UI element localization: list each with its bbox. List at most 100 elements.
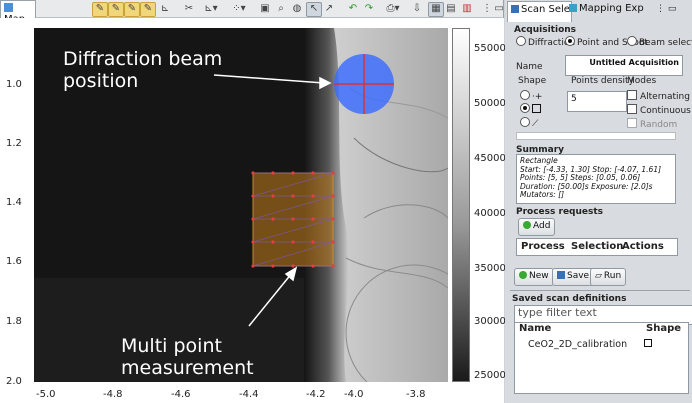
shape-point-radio[interactable]: ·+ bbox=[520, 90, 542, 102]
radio-icon bbox=[520, 103, 530, 113]
tab-mapping-experiment[interactable]: Mapping Exp bbox=[566, 1, 658, 21]
beam-annotation-line-2: position bbox=[63, 70, 139, 92]
pointer-icon[interactable]: ↖ bbox=[306, 2, 322, 17]
grid-icon[interactable]: ▤ bbox=[444, 2, 458, 15]
x-tick-label: -4.4 bbox=[239, 389, 259, 400]
colorbar-tick-label: 35000 bbox=[474, 263, 506, 274]
checkbox-icon bbox=[627, 104, 637, 114]
select-roi-icon[interactable]: ▣ bbox=[258, 2, 272, 15]
saved-scan-row-name[interactable]: CeO2_2D_calibration bbox=[528, 339, 627, 350]
mask-icon[interactable]: ◍ bbox=[290, 2, 304, 15]
name-input[interactable]: Untitled Acquisition bbox=[565, 55, 683, 76]
multi-annotation-line-2: measurement bbox=[121, 357, 254, 379]
save-button[interactable]: Save bbox=[552, 268, 595, 286]
random-checkbox[interactable]: Random bbox=[627, 118, 677, 130]
tab-map[interactable]: Map bbox=[0, 0, 36, 25]
y-tick-label: 2.0 bbox=[6, 376, 22, 387]
map-tab-icon bbox=[4, 3, 13, 12]
mapping-tab-icon bbox=[569, 4, 577, 12]
continuous-checkbox[interactable]: Continuous bbox=[627, 104, 691, 116]
pen-tool-4-button[interactable]: ✎ bbox=[140, 2, 156, 17]
y-tick-label: 1.8 bbox=[6, 316, 22, 327]
run-button[interactable]: ▱ Run bbox=[590, 268, 627, 286]
x-tick-label: -4.8 bbox=[103, 389, 123, 400]
modes-label: Modes bbox=[627, 76, 657, 86]
y-tick-label: 1.2 bbox=[6, 138, 22, 149]
tools-icon[interactable]: ✂ bbox=[182, 2, 196, 15]
add-process-button[interactable]: Add bbox=[518, 218, 556, 236]
y-tick-label: 1.6 bbox=[6, 256, 22, 267]
summary-line: Points: [5, 5] Steps: [0.05, 0.06] bbox=[520, 174, 641, 182]
axes-icon[interactable]: ⊾ bbox=[158, 2, 172, 15]
tab-scan-selection[interactable]: Scan Selecti bbox=[507, 1, 572, 22]
colorbar-icon[interactable]: ▥ bbox=[460, 2, 474, 15]
minimize-icon[interactable]: ▭ bbox=[492, 2, 506, 15]
new-button[interactable]: New bbox=[514, 268, 554, 286]
colorbar-tick-label: 30000 bbox=[474, 316, 506, 327]
divider bbox=[510, 290, 690, 291]
y-tick-label: 1.0 bbox=[6, 79, 22, 90]
pen-tool-1-button[interactable]: ✎ bbox=[92, 2, 108, 17]
alternating-checkbox[interactable]: Alternating bbox=[627, 90, 690, 102]
x-tick-label: -5.0 bbox=[36, 389, 56, 400]
process-requests-title: Process requests bbox=[516, 207, 604, 217]
colorbar-tick-label: 50000 bbox=[474, 98, 506, 109]
aspect-icon[interactable]: ▦ bbox=[428, 2, 444, 17]
undo-icon[interactable]: ↶ bbox=[346, 2, 360, 15]
x-tick-label: -3.8 bbox=[406, 389, 426, 400]
radio-icon bbox=[516, 36, 526, 46]
progress-strip bbox=[516, 132, 676, 140]
zoom-icon[interactable]: ⌕ bbox=[274, 2, 288, 15]
points-density-input[interactable]: 5 bbox=[567, 91, 627, 112]
print-icon[interactable]: ⎙▾ bbox=[382, 2, 404, 15]
summary-box: Rectangle Start: [-4.33, 1.30] Stop: [-4… bbox=[516, 154, 676, 204]
pen-tool-3-button[interactable]: ✎ bbox=[124, 2, 140, 17]
radio-beam-selector[interactable]: Beam selector bbox=[627, 36, 692, 48]
colorbar-tick-label: 45000 bbox=[474, 153, 506, 164]
column-header-shape[interactable]: Shape bbox=[646, 323, 681, 334]
column-header-actions[interactable]: Actions bbox=[622, 241, 664, 252]
acquisitions-title: Acquisitions bbox=[514, 25, 577, 35]
tab-label: Mapping Exp bbox=[579, 3, 644, 14]
colorbar-tick-label: 25000 bbox=[474, 370, 506, 381]
shape-label: Shape bbox=[518, 76, 547, 86]
points-density-label: Points density bbox=[571, 76, 634, 86]
rectangle-shape-icon bbox=[644, 339, 652, 347]
pan-icon[interactable]: ↗ bbox=[322, 2, 336, 15]
scatter-menu-icon[interactable]: ⁘▾ bbox=[228, 2, 250, 15]
column-header-name[interactable]: Name bbox=[519, 323, 551, 334]
shape-rectangle-radio[interactable] bbox=[520, 103, 541, 115]
x-tick-label: -4.2 bbox=[306, 389, 326, 400]
shape-line-radio[interactable]: ⟋ bbox=[520, 117, 538, 129]
x-tick-label: -4.0 bbox=[344, 389, 364, 400]
column-header-selection[interactable]: Selection bbox=[571, 241, 623, 252]
y-tick-label: 1.4 bbox=[6, 197, 22, 208]
rectangle-icon bbox=[532, 104, 541, 113]
colorbar-tick-label: 55000 bbox=[474, 43, 506, 54]
name-label: Name bbox=[516, 62, 543, 72]
save-icon bbox=[557, 271, 565, 279]
beam-annotation-line-1: Diffraction beam bbox=[63, 48, 223, 70]
checkbox-icon bbox=[627, 90, 637, 100]
pen-tool-2-button[interactable]: ✎ bbox=[108, 2, 124, 17]
redo-icon[interactable]: ↷ bbox=[362, 2, 376, 15]
saved-definitions-title: Saved scan definitions bbox=[512, 294, 627, 304]
map-toolbar: ✎ ✎ ✎ ✎ ⊾ ✂ ⊾▾ ⁘▾ ▣ ⌕ ◍ ↖ ↗ ↶ ↷ ⎙▾ ⇩ ▦ ▤… bbox=[36, 0, 504, 18]
summary-line: Rectangle bbox=[520, 157, 558, 165]
summary-line: Mutators: [] bbox=[520, 191, 565, 199]
x-tick-label: -4.6 bbox=[171, 389, 191, 400]
scan-tab-icon bbox=[511, 5, 519, 13]
column-header-process[interactable]: Process bbox=[521, 241, 565, 252]
panel-menu-icon[interactable]: ⋮ ▭ bbox=[656, 4, 676, 14]
add-icon bbox=[523, 221, 531, 229]
new-icon bbox=[519, 271, 527, 279]
summary-line: Duration: [50.00]s Exposure: [2.0]s bbox=[520, 182, 653, 191]
summary-line: Start: [-4.33, 1.30] Stop: [-4.07, 1.61] bbox=[520, 165, 662, 174]
plot-menu-icon[interactable]: ⊾▾ bbox=[200, 2, 222, 15]
tab-label: Scan Selecti bbox=[521, 4, 571, 15]
radio-icon bbox=[520, 117, 530, 127]
checkbox-icon bbox=[627, 118, 637, 128]
export-icon[interactable]: ⇩ bbox=[410, 2, 424, 15]
radio-icon bbox=[565, 36, 575, 46]
run-icon: ▱ bbox=[595, 271, 602, 281]
